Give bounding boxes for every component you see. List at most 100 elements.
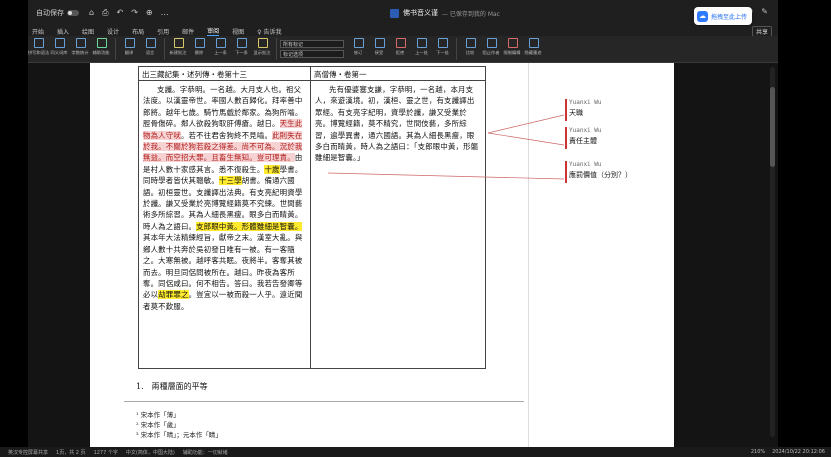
track-changes-icon — [353, 38, 364, 48]
ribbon-button-label: 比较 — [466, 50, 475, 56]
ribbon-button[interactable]: 辅助功能 — [91, 38, 112, 56]
markup-select[interactable]: 所有标记 — [280, 40, 344, 48]
tab-8[interactable]: 视图 — [232, 27, 244, 36]
comment-text[interactable]: 責任主體 — [569, 136, 649, 146]
document-title: 佛书音义谨 — 已保存到我的 Mac — [390, 8, 500, 18]
status-item[interactable]: 辅助功能：一切就绪 — [183, 449, 228, 456]
comment-card[interactable]: Yuanxi Wu 責任主體 — [565, 127, 649, 149]
comment-text[interactable]: 天職 — [569, 108, 649, 118]
ribbon-button[interactable]: 显示批注 — [252, 38, 273, 56]
ribbon-button-label: 下一处 — [436, 50, 449, 56]
ribbon-button[interactable]: 翻译 — [119, 38, 140, 56]
status-item[interactable]: 1277 个字 — [94, 449, 118, 456]
text-run[interactable]: 支讖。字恭明。一名越。大月支人也。祖父法度。以漢靈帝世。率國人數百歸化。拜率善中… — [143, 85, 302, 128]
reject-icon — [395, 38, 406, 48]
ribbon-button-label: 新建批注 — [169, 50, 187, 56]
ribbon-button[interactable]: 下一条 — [231, 38, 252, 56]
markup-options-dropdown[interactable]: 标记选项 — [280, 50, 344, 58]
highlighted-text[interactable]: 劫罪罪之 — [158, 290, 189, 300]
ribbon-button[interactable]: 拒绝 — [390, 38, 411, 56]
ribbon-button[interactable]: 拼写和语法 — [28, 38, 49, 56]
scrollbar-thumb[interactable] — [770, 87, 775, 167]
zoom-level[interactable]: 210% — [751, 449, 765, 455]
ribbon-button[interactable]: 语言 — [140, 38, 161, 56]
tab-0[interactable]: 开始 — [32, 27, 44, 36]
tab-6[interactable]: 邮件 — [182, 27, 194, 36]
left-column-body[interactable]: 支讖。字恭明。一名越。大月支人也。祖父法度。以漢靈帝世。率國人數百歸化。拜率善中… — [139, 81, 310, 312]
accept-icon — [374, 38, 385, 48]
quick-access-toolbar: ⌂ ⎙ ↶ ↷ ⊕ … — [89, 8, 169, 18]
show-comments-icon — [257, 38, 268, 48]
ribbon-button-label: 隐藏墨迹 — [524, 50, 542, 56]
toggle-switch-icon[interactable] — [67, 10, 79, 16]
document-page[interactable]: 出三藏記集・述列傳・卷第十三 支讖。字恭明。一名越。大月支人也。祖父法度。以漢靈… — [90, 63, 528, 447]
delete-icon — [194, 38, 205, 48]
quick-access-button[interactable]: ⌂ — [89, 8, 94, 18]
titlebar-action-icon[interactable]: ✎ — [761, 7, 768, 17]
ribbon-button[interactable]: 比较 — [460, 38, 481, 56]
ribbon-button[interactable]: 隐藏墨迹 — [523, 38, 544, 56]
footnote[interactable]: ¹ 宋本作「薄」 — [136, 409, 180, 419]
tab-1[interactable]: 插入 — [57, 27, 69, 36]
ribbon-button[interactable]: 删除 — [189, 38, 210, 56]
tab-2[interactable]: 绘图 — [82, 27, 94, 36]
ribbon-button[interactable]: 修订 — [348, 38, 369, 56]
tab-9[interactable]: ♀ 告诉我 — [257, 27, 281, 36]
table-column-left: 出三藏記集・述列傳・卷第十三 支讖。字恭明。一名越。大月支人也。祖父法度。以漢靈… — [139, 67, 312, 368]
word-doc-icon — [390, 8, 399, 18]
right-column-header[interactable]: 高僧傳・卷第一 — [311, 67, 485, 81]
ribbon-button[interactable]: 上一处 — [411, 38, 432, 56]
quick-access-button[interactable]: ⎙ — [102, 8, 108, 18]
numbered-list-item[interactable]: 1. 兩種層面的平等 — [136, 381, 208, 392]
comments-pane: Yuanxi Wu 天職 Yuanxi Wu 責任主體 Yuanxi Wu 應罰… — [528, 63, 674, 447]
footnote-separator — [124, 401, 524, 402]
ribbon-button[interactable]: 限制编辑 — [502, 38, 523, 56]
comment-text[interactable]: 應罰價值（分別？） — [569, 170, 649, 180]
ribbon-separator — [115, 38, 116, 60]
ribbon-button-label: 下一条 — [235, 50, 248, 56]
ribbon-button[interactable]: 下一处 — [432, 38, 453, 56]
highlighted-text[interactable]: 十歲 — [264, 164, 280, 174]
hide-ink-icon — [528, 38, 539, 48]
compare-icon — [465, 38, 476, 48]
comment-card[interactable]: Yuanxi Wu 天職 — [565, 99, 649, 121]
comment-card[interactable]: Yuanxi Wu 應罰價值（分別？） — [565, 161, 649, 183]
tab-5[interactable]: 引用 — [157, 27, 169, 36]
comment-author: Yuanxi Wu — [569, 161, 602, 168]
footnote[interactable]: ³ 宋本作「晴」；元本作「睛」 — [136, 429, 222, 439]
ribbon-button[interactable]: 接受 — [369, 38, 390, 56]
status-item[interactable]: 英汉专控屏幕共享 — [8, 449, 48, 456]
ribbon-button-label: 上一处 — [415, 50, 428, 56]
highlighted-text[interactable]: 十三學 — [218, 176, 242, 186]
left-column-header[interactable]: 出三藏記集・述列傳・卷第十三 — [139, 67, 311, 81]
ribbon-button-label: 翻译 — [125, 50, 134, 56]
autosave-toggle[interactable]: 自动保存 — [36, 8, 79, 18]
vertical-scrollbar[interactable] — [770, 67, 775, 437]
ribbon-button-label: 拒绝 — [396, 50, 405, 56]
ribbon-button[interactable]: 字数统计 — [70, 38, 91, 56]
footnote[interactable]: ² 宋本作「歲」 — [136, 419, 180, 429]
status-item[interactable]: 中文(简体，中国大陆) — [126, 449, 175, 456]
status-item[interactable]: 1页，共 2 页 — [56, 449, 86, 456]
document-canvas: 出三藏記集・述列傳・卷第十三 支讖。字恭明。一名越。大月支人也。祖父法度。以漢靈… — [28, 63, 778, 447]
ribbon-button[interactable]: 新建批注 — [168, 38, 189, 56]
quick-access-button[interactable]: ↶ — [116, 8, 123, 18]
restrict-icon — [507, 38, 518, 48]
ribbon-button-label: 同义词库 — [50, 50, 68, 56]
autosave-label: 自动保存 — [36, 9, 64, 17]
right-column-body[interactable]: 先有優婆塞支謙，字恭明，一名越，本月支人，來遊漢境。初，漢桓、靈之世，有支讖譯出… — [311, 81, 485, 164]
ribbon-button[interactable]: 同义词库 — [49, 38, 70, 56]
quick-access-button[interactable]: ↷ — [131, 8, 138, 18]
tab-3[interactable]: 设计 — [107, 27, 119, 36]
tab-7[interactable]: 审阅 — [207, 26, 220, 36]
upload-drop-button[interactable]: ☁ 拖拽至此上传 — [694, 7, 752, 25]
quick-access-button[interactable]: … — [161, 8, 169, 18]
tab-4[interactable]: 布局 — [132, 27, 144, 36]
highlighted-text[interactable]: 支郎眼中黃。形體雖細是智囊。 — [196, 221, 303, 231]
quick-access-button[interactable]: ⊕ — [146, 8, 153, 18]
ribbon-button-label: 接受 — [375, 50, 384, 56]
text-run[interactable]: 。若不往君舍狗終不見嚙。 — [181, 131, 272, 140]
ribbon-button[interactable]: 阻止作者 — [481, 38, 502, 56]
spellcheck-icon — [33, 38, 44, 48]
ribbon-button[interactable]: 上一条 — [210, 38, 231, 56]
